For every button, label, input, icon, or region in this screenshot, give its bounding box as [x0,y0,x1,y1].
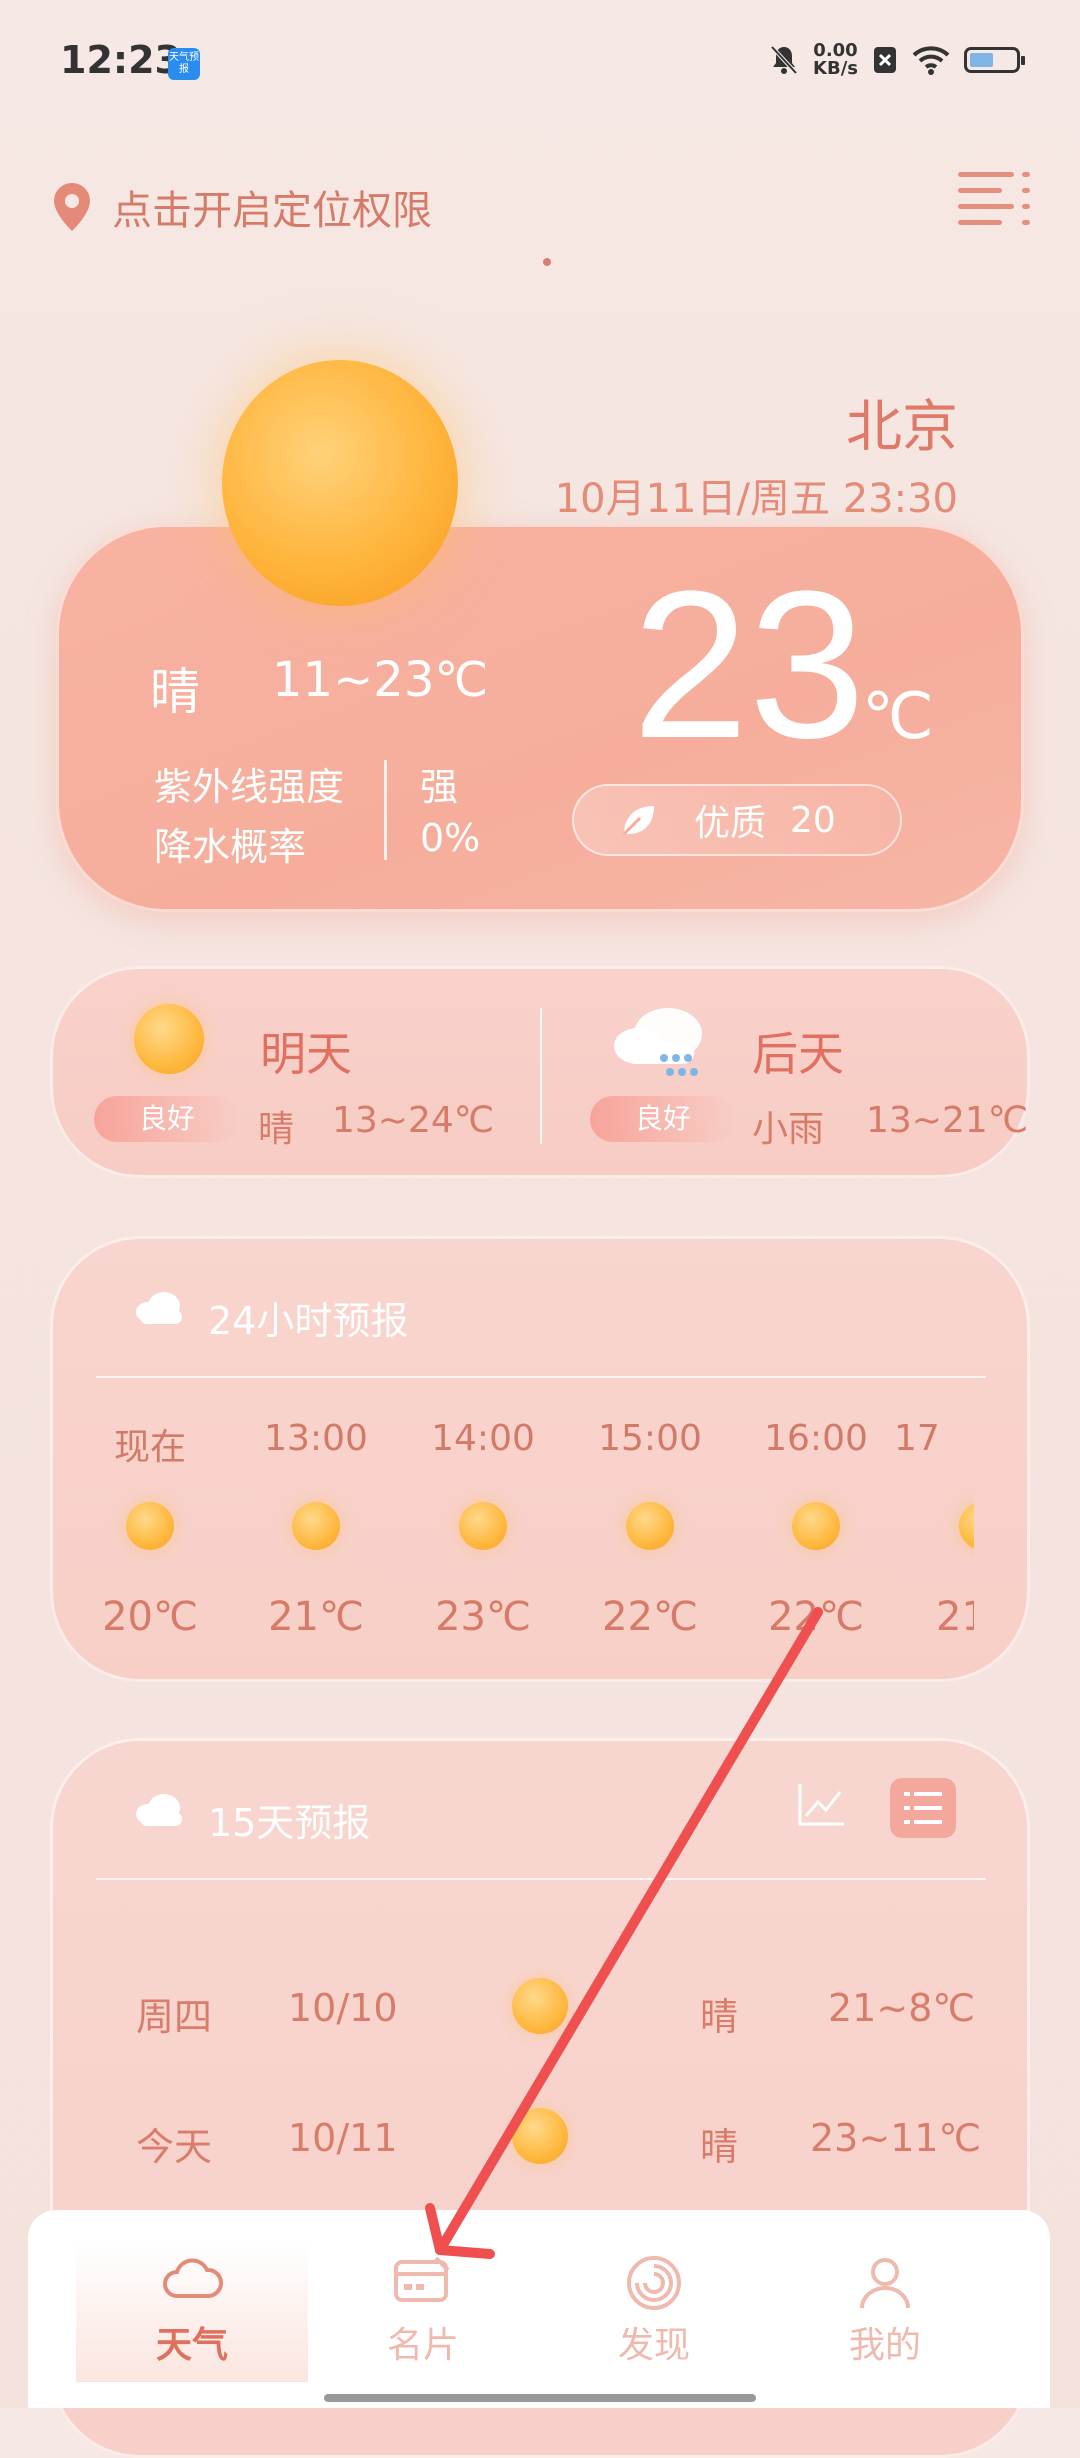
tab-label: 名片 [386,2325,459,2366]
sun-icon [126,1502,174,1550]
no-sim-icon [874,47,896,73]
trend-chart-icon[interactable] [796,1780,848,1828]
hour-temp: 20℃ [102,1594,198,1640]
hour-time: 15:00 [598,1418,702,1459]
current-datetime: 10月11日/周五 23:30 [554,476,958,522]
forecast-day: 周四 [136,1995,213,2039]
weather-app-badge-icon: 天气预报 [168,48,200,80]
home-indicator[interactable] [324,2394,756,2402]
list-icon [904,1792,942,1824]
tab-card[interactable]: 名片 [308,2210,538,2390]
hour-temp: 21℃ [268,1594,364,1640]
tab-discover[interactable]: 发现 [539,2210,769,2390]
cloud-icon [136,1794,182,1826]
discover-icon [627,2256,681,2310]
air-quality-pill: 良好 [590,1096,736,1142]
sun-icon [792,1502,840,1550]
battery-icon [964,47,1025,73]
sun-icon [512,2108,568,2164]
hour-time: 16:00 [764,1418,868,1459]
location-prompt: 点击开启定位权限 [112,188,432,234]
hour-temp: 22℃ [602,1594,698,1640]
tab-weather[interactable]: 天气 [77,2210,307,2390]
current-temperature: 23 [632,547,866,782]
hour-temp: 22℃ [768,1594,864,1640]
profile-icon [860,2258,910,2309]
hour-time: 17 [894,1418,940,1459]
day-after-condition: 小雨 [752,1109,825,1150]
sun-icon [626,1502,674,1550]
rain-label: 降水概率 [154,825,307,869]
tab-label: 发现 [617,2325,690,2366]
menu-icon[interactable] [958,170,1032,228]
forecast-condition: 晴 [700,2125,739,2169]
forecast-date: 10/10 [288,1986,398,2030]
uv-value: 强 [420,765,459,809]
sunny-weather-icon [222,360,458,606]
tab-label: 天气 [155,2325,228,2366]
status-icons: 0.00 KB/s [769,40,1025,79]
rain-value: 0% [420,816,481,860]
cloud-icon [163,2258,223,2298]
city-name: 北京 [846,395,958,460]
sun-icon [959,1502,974,1550]
temperature-unit: ℃ [862,680,934,754]
net-speed: 0.00 KB/s [813,40,858,79]
sun-icon [512,1978,568,2034]
list-view-button[interactable] [890,1778,956,1838]
forecast-range: 23~11℃ [810,2116,982,2160]
aqi-label: 优质 [694,803,767,844]
sun-icon [459,1502,507,1550]
hour-time: 13:00 [264,1418,368,1459]
hour-time: 现在 [113,1427,186,1468]
tomorrow-label: 明天 [260,1027,352,1081]
sun-icon [292,1502,340,1550]
air-quality-badge[interactable]: 优质 20 [572,784,902,856]
tab-label: 我的 [848,2325,921,2366]
current-condition: 晴 [150,663,200,721]
hour-temp: 23℃ [435,1594,531,1640]
hourly-scroll[interactable]: 现在 13:00 14:00 15:00 16:00 17 20℃ 21℃ 23… [50,1236,974,1682]
divider [384,760,387,860]
hour-time: 14:00 [431,1418,535,1459]
forecast-range: 21~8℃ [828,1986,976,2030]
location-pin-icon [54,183,90,231]
air-quality-pill: 良好 [94,1096,240,1142]
forecast-day: 今天 [136,2125,213,2169]
tomorrow-range: 13~24℃ [332,1100,495,1141]
card-icon [394,2256,450,2302]
aqi-value: 20 [790,799,836,841]
location-permission-row[interactable]: 点击开启定位权限 [50,178,432,236]
light-rain-icon [614,1008,702,1076]
current-temp-range: 11~23℃ [272,652,489,708]
day-after-label: 后天 [752,1027,844,1081]
uv-label: 紫外线强度 [154,765,345,809]
hour-temp: 21 [936,1594,974,1640]
tab-profile[interactable]: 我的 [770,2210,1000,2390]
leaf-icon [622,806,654,836]
divider [540,1008,542,1144]
divider [96,1878,986,1880]
mute-bell-icon [770,45,798,75]
forecast-condition: 晴 [700,1995,739,2039]
day-after-range: 13~21℃ [866,1100,1029,1141]
tomorrow-condition: 晴 [258,1109,295,1150]
status-time: 12:23 [60,38,181,82]
page-indicator-dot [543,258,551,266]
wifi-icon [912,46,950,75]
fifteen-day-title: 15天预报 [208,1801,371,1845]
sun-icon [134,1004,204,1074]
forecast-date: 10/11 [288,2116,398,2160]
